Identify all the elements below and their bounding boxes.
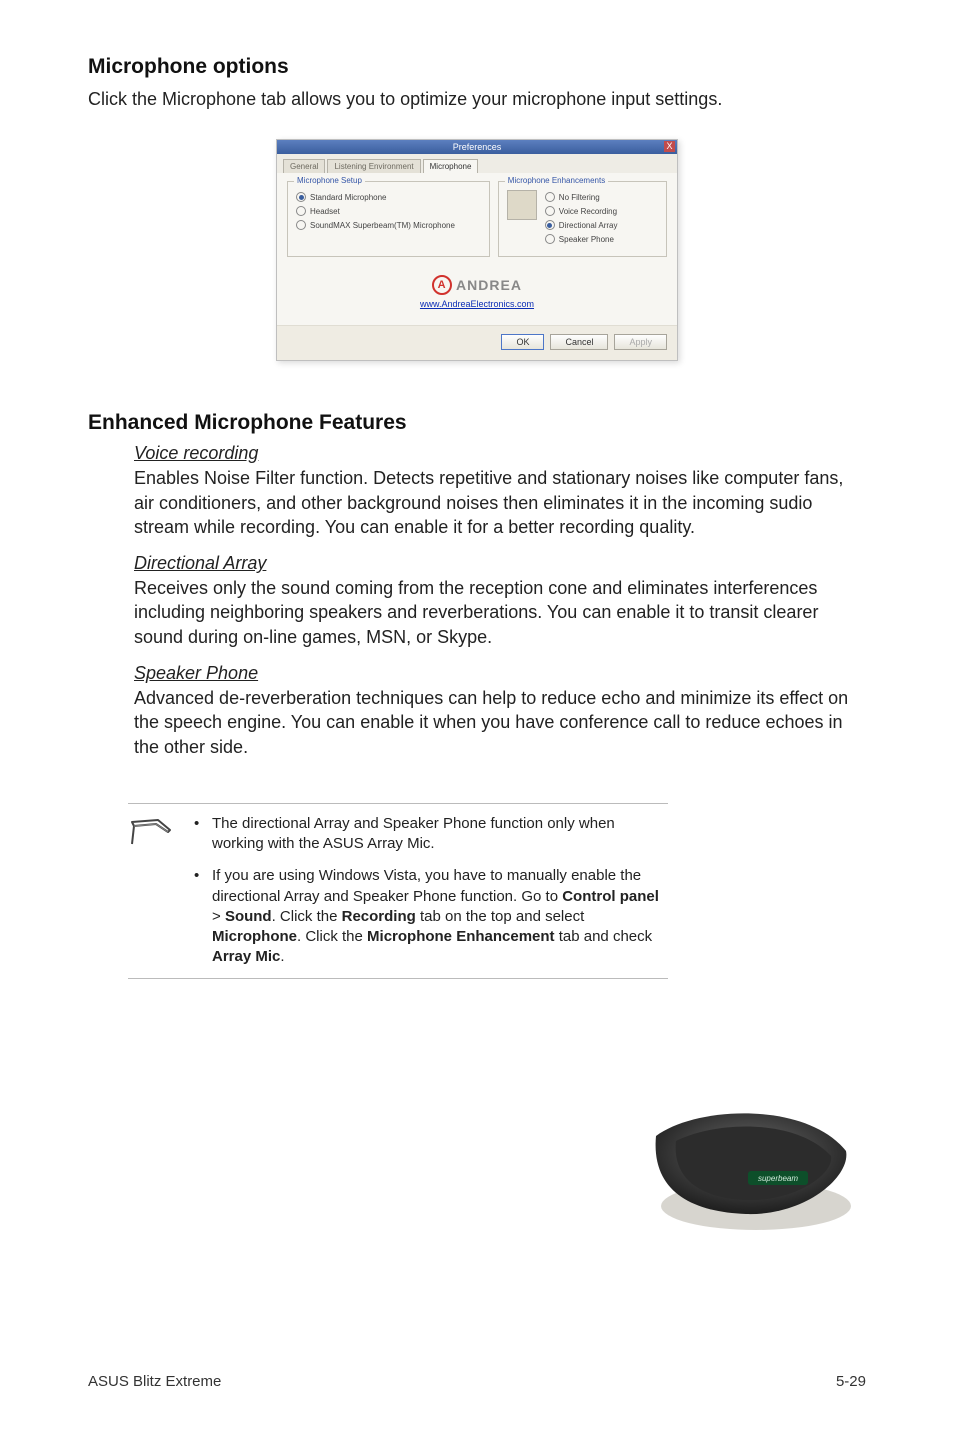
note-bold: Control panel [562, 888, 659, 905]
dialog-titlebar: Preferences X [277, 140, 677, 154]
note-bold: Recording [342, 908, 416, 925]
intro-paragraph: Click the Microphone tab allows you to o… [88, 87, 866, 111]
feature-title: Speaker Phone [134, 663, 866, 684]
radio-label: Standard Microphone [310, 193, 387, 202]
apply-button[interactable]: Apply [614, 334, 667, 350]
note-bold: Microphone [212, 928, 297, 945]
brand-block: A ANDREA www.AndreaElectronics.com [287, 275, 667, 309]
feature-directional-array: Directional Array Receives only the soun… [134, 553, 866, 649]
feature-speaker-phone: Speaker Phone Advanced de-reverberation … [134, 663, 866, 759]
tab-microphone[interactable]: Microphone [423, 159, 479, 173]
note-bold: Array Mic [212, 948, 280, 965]
section-title-enhanced-features: Enhanced Microphone Features [88, 411, 866, 435]
radio-label: Directional Array [559, 221, 618, 230]
radio-speaker-phone[interactable]: Speaker Phone [545, 234, 618, 244]
dialog-buttons: OK Cancel Apply [277, 325, 677, 360]
footer-right: 5-29 [836, 1373, 866, 1390]
feature-title: Voice recording [134, 443, 866, 464]
radio-icon [296, 220, 306, 230]
footer-left: ASUS Blitz Extreme [88, 1373, 221, 1390]
dialog-title: Preferences [453, 142, 502, 152]
microphone-setup-legend: Microphone Setup [294, 176, 365, 185]
radio-label: Speaker Phone [559, 235, 614, 244]
radio-icon [545, 192, 555, 202]
radio-superbeam-microphone[interactable]: SoundMAX Superbeam(TM) Microphone [296, 220, 481, 230]
feature-text: Receives only the sound coming from the … [134, 576, 866, 649]
section-title-microphone-options: Microphone options [88, 55, 866, 79]
note-bold: Microphone Enhancement [367, 928, 555, 945]
feature-text: Advanced de-reverberation techniques can… [134, 686, 866, 759]
radio-no-filtering[interactable]: No Filtering [545, 192, 618, 202]
note-item-2: If you are using Windows Vista, you have… [188, 866, 668, 967]
radio-icon [545, 206, 555, 216]
ok-button[interactable]: OK [501, 334, 544, 350]
note-block: The directional Array and Speaker Phone … [128, 803, 668, 979]
radio-label: SoundMAX Superbeam(TM) Microphone [310, 221, 455, 230]
feature-title: Directional Array [134, 553, 866, 574]
radio-headset[interactable]: Headset [296, 206, 481, 216]
radio-label: No Filtering [559, 193, 600, 202]
radio-icon [296, 192, 306, 202]
radio-directional-array[interactable]: Directional Array [545, 220, 618, 230]
array-mic-image: superbeam [636, 1096, 866, 1236]
radio-icon [545, 220, 555, 230]
note-bold: Sound [225, 908, 272, 925]
radio-icon [545, 234, 555, 244]
andrea-link[interactable]: www.AndreaElectronics.com [287, 299, 667, 309]
radio-label: Headset [310, 207, 340, 216]
note-item-1: The directional Array and Speaker Phone … [188, 814, 668, 855]
close-icon[interactable]: X [664, 141, 675, 152]
radio-icon [296, 206, 306, 216]
note-text: . Click the [272, 908, 342, 925]
note-text: tab on the top and select [416, 908, 584, 925]
radio-label: Voice Recording [559, 207, 617, 216]
svg-text:superbeam: superbeam [758, 1174, 798, 1183]
cancel-button[interactable]: Cancel [550, 334, 608, 350]
tab-general[interactable]: General [283, 159, 325, 173]
andrea-logo-text: ANDREA [456, 277, 522, 293]
radio-voice-recording[interactable]: Voice Recording [545, 206, 618, 216]
note-text: . [280, 948, 284, 965]
microphone-enhancements-panel: Microphone Enhancements No Filtering Voi… [498, 181, 667, 257]
microphone-setup-panel: Microphone Setup Standard Microphone Hea… [287, 181, 490, 257]
note-text: tab and check [555, 928, 653, 945]
feature-voice-recording: Voice recording Enables Noise Filter fun… [134, 443, 866, 539]
radio-standard-microphone[interactable]: Standard Microphone [296, 192, 481, 202]
andrea-logo: A ANDREA [432, 275, 522, 295]
note-text: > [212, 908, 225, 925]
microphone-enhancements-legend: Microphone Enhancements [505, 176, 608, 185]
note-icon [128, 814, 174, 852]
feature-text: Enables Noise Filter function. Detects r… [134, 466, 866, 539]
dialog-tabs: General Listening Environment Microphone [277, 154, 677, 173]
page-footer: ASUS Blitz Extreme 5-29 [88, 1373, 866, 1390]
preferences-dialog: Preferences X General Listening Environm… [276, 139, 678, 361]
enhancements-icon [507, 190, 537, 220]
tab-listening-environment[interactable]: Listening Environment [327, 159, 420, 173]
andrea-logo-icon: A [432, 275, 452, 295]
note-text: . Click the [297, 928, 367, 945]
